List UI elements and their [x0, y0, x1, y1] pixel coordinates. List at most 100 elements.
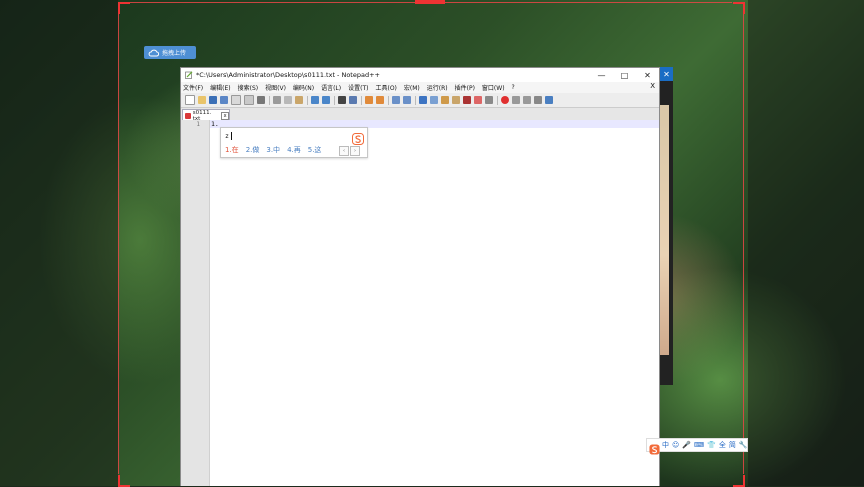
ime-candidate-list: 1.在 2.做 3.中 4.再 5.这 — [225, 145, 328, 155]
run-macro-multiple-icon[interactable] — [534, 96, 542, 104]
capture-corner-bottom-right[interactable] — [733, 475, 745, 487]
indent-guide-icon[interactable] — [441, 96, 449, 104]
print-icon[interactable] — [257, 96, 265, 104]
toolbar-separator — [415, 95, 416, 105]
open-file-icon[interactable] — [198, 96, 206, 104]
capture-frame-handle[interactable] — [415, 0, 445, 4]
menu-language[interactable]: 语言(L) — [321, 83, 341, 92]
ime-caret — [231, 132, 232, 140]
maximize-button[interactable]: □ — [613, 68, 636, 82]
stop-macro-icon[interactable] — [512, 96, 520, 104]
capture-corner-bottom-left[interactable] — [118, 475, 130, 487]
capture-corner-top-left[interactable] — [118, 2, 130, 14]
editor-area[interactable]: 1 1. z 1.在 2.做 3.中 4.再 5.这 ‹ › — [181, 120, 659, 486]
close-file-icon[interactable] — [231, 95, 241, 105]
recording-mask-left — [0, 0, 118, 486]
line-number-gutter: 1 — [181, 120, 210, 486]
ime-candidate[interactable]: 5.这 — [308, 145, 322, 155]
menu-window[interactable]: 窗口(W) — [482, 83, 505, 92]
ime-candidate[interactable]: 1.在 — [225, 145, 239, 155]
ime-pager: ‹ › — [339, 146, 361, 156]
tab-close-icon[interactable]: x — [221, 111, 229, 120]
side-panel-content — [660, 105, 669, 355]
capture-corner-top-right[interactable] — [733, 2, 745, 14]
sync-scroll-vertical-icon[interactable] — [392, 96, 400, 104]
menu-bar: 文件(F) 编辑(E) 搜索(S) 视图(V) 编码(N) 语言(L) 设置(T… — [181, 82, 659, 93]
capture-frame-right — [743, 12, 744, 474]
show-all-chars-icon[interactable] — [430, 96, 438, 104]
save-all-icon[interactable] — [220, 96, 228, 104]
function-list-icon[interactable] — [463, 96, 471, 104]
find-icon[interactable] — [338, 96, 346, 104]
minimize-button[interactable]: — — [590, 68, 613, 82]
ime-fullwidth-toggle[interactable]: 全 — [719, 440, 726, 450]
menu-search[interactable]: 搜索(S) — [238, 83, 259, 92]
toolbar-separator — [334, 95, 335, 105]
ime-simplified-toggle[interactable]: 简 — [729, 440, 736, 450]
upload-button[interactable]: 拖拽上传 — [144, 46, 196, 59]
upload-label: 拖拽上传 — [162, 50, 187, 57]
monitoring-icon[interactable] — [485, 96, 493, 104]
ime-next-page-button[interactable]: › — [350, 146, 360, 156]
toolbar-separator — [307, 95, 308, 105]
sync-scroll-horizontal-icon[interactable] — [403, 96, 411, 104]
close-document-button[interactable]: X — [650, 82, 655, 90]
undo-icon[interactable] — [311, 96, 319, 104]
notepad-plus-plus-window: *C:\Users\Administrator\Desktop\s0111.tx… — [180, 67, 660, 486]
ime-candidate[interactable]: 2.做 — [246, 145, 260, 155]
play-macro-icon[interactable] — [523, 96, 531, 104]
ime-prev-page-button[interactable]: ‹ — [339, 146, 349, 156]
close-all-icon[interactable] — [244, 95, 254, 105]
capture-frame-left — [118, 12, 119, 474]
recording-mask-right — [748, 0, 864, 486]
save-macro-icon[interactable] — [545, 96, 553, 104]
ime-tools-icon[interactable]: 🔧 — [739, 441, 748, 449]
record-macro-icon[interactable] — [501, 96, 509, 104]
sogou-logo-icon — [352, 130, 364, 145]
menu-tools[interactable]: 工具(O) — [375, 83, 396, 92]
toolbar-separator — [497, 95, 498, 105]
replace-icon[interactable] — [349, 96, 357, 104]
line-number: 1 — [196, 121, 200, 128]
close-button[interactable]: ✕ — [636, 68, 659, 82]
ime-keyboard-icon[interactable]: ⌨ — [694, 441, 704, 449]
zoom-in-icon[interactable] — [365, 96, 373, 104]
menu-run[interactable]: 运行(R) — [427, 83, 448, 92]
menu-help[interactable]: ? — [512, 84, 515, 91]
paste-icon[interactable] — [295, 96, 303, 104]
toolbar-separator — [361, 95, 362, 105]
new-file-icon[interactable] — [185, 95, 195, 105]
copy-icon[interactable] — [284, 96, 292, 104]
folder-workspace-icon[interactable] — [474, 96, 482, 104]
window-title: *C:\Users\Administrator\Desktop\s0111.tx… — [196, 71, 380, 79]
side-panel: ✕ — [660, 67, 673, 385]
doc-map-icon[interactable] — [452, 96, 460, 104]
menu-plugins[interactable]: 插件(P) — [455, 83, 475, 92]
zoom-out-icon[interactable] — [376, 96, 384, 104]
ime-candidate[interactable]: 3.中 — [266, 145, 280, 155]
menu-macro[interactable]: 宏(M) — [404, 83, 420, 92]
menu-edit[interactable]: 编辑(E) — [210, 83, 230, 92]
toolbar-separator — [269, 95, 270, 105]
ime-voice-icon[interactable]: 🎤 — [682, 441, 691, 449]
menu-view[interactable]: 视图(V) — [265, 83, 286, 92]
redo-icon[interactable] — [322, 96, 330, 104]
save-icon[interactable] — [209, 96, 217, 104]
cloud-icon — [147, 48, 159, 57]
ime-skin-icon[interactable]: 👕 — [707, 441, 716, 449]
toolbar — [181, 93, 659, 108]
ime-candidate-window: z 1.在 2.做 3.中 4.再 5.这 ‹ › — [220, 127, 368, 158]
menu-file[interactable]: 文件(F) — [183, 83, 203, 92]
side-panel-close-button[interactable]: ✕ — [660, 67, 673, 81]
word-wrap-icon[interactable] — [419, 96, 427, 104]
ime-candidate[interactable]: 4.再 — [287, 145, 301, 155]
ime-pinyin-input: z — [225, 132, 229, 140]
cut-icon[interactable] — [273, 96, 281, 104]
menu-encoding[interactable]: 编码(N) — [293, 83, 314, 92]
menu-settings[interactable]: 设置(T) — [348, 83, 368, 92]
sogou-logo-icon[interactable] — [649, 440, 660, 455]
title-bar[interactable]: *C:\Users\Administrator\Desktop\s0111.tx… — [181, 68, 659, 82]
ime-emoji-icon[interactable]: ☺ — [672, 441, 679, 449]
ime-chinese-mode-toggle[interactable]: 中 — [662, 440, 669, 450]
notepad-plus-plus-icon — [185, 71, 193, 79]
